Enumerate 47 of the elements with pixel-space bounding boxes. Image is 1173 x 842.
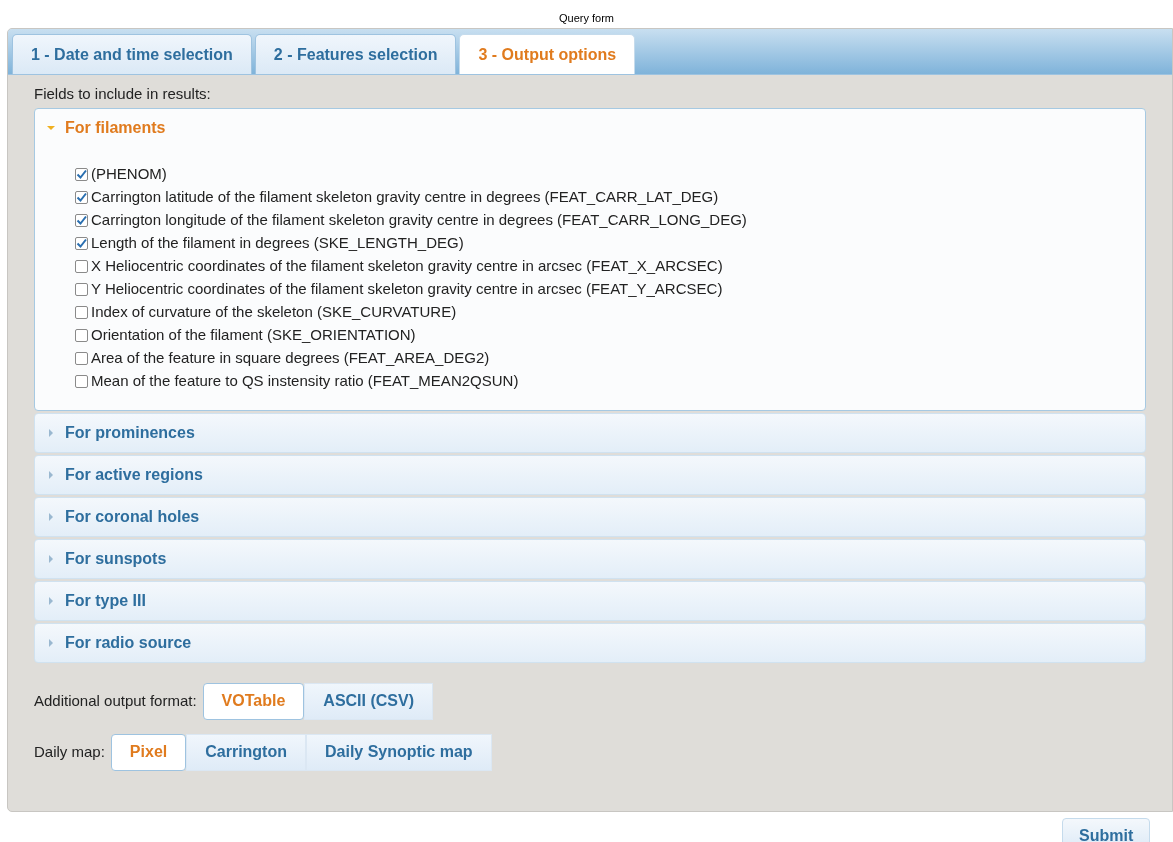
checkbox[interactable] xyxy=(75,305,88,319)
caret-right-icon xyxy=(47,470,55,479)
option-button[interactable]: ASCII (CSV) xyxy=(304,682,433,720)
fields-label: Fields to include in results: xyxy=(34,85,211,102)
option-label: Additional output format: xyxy=(34,690,197,711)
field-label: Area of the feature in square degrees (FEAT_AREA_DEG2) xyxy=(91,347,490,368)
checkbox[interactable] xyxy=(75,328,88,342)
caret-down-icon xyxy=(47,123,55,132)
caret-right-icon xyxy=(47,428,55,437)
tab[interactable]: 1 - Date and time selection xyxy=(12,34,252,74)
option-button[interactable]: Pixel xyxy=(110,733,187,771)
field-label: Length of the filament in degrees (SKE_LENGTH_DEG) xyxy=(91,232,464,253)
field-label: Index of curvature of the skeleton (SKE_CURVATURE) xyxy=(91,301,457,322)
accordion-header[interactable]: For filaments xyxy=(35,108,1145,147)
option-button[interactable]: Carrington xyxy=(186,733,306,771)
window-title: Query form xyxy=(559,10,614,26)
field-label: Orientation of the filament (SKE_ORIENTATION) xyxy=(91,324,416,345)
checkbox[interactable] xyxy=(75,374,88,388)
checkbox[interactable] xyxy=(75,282,88,296)
checkbox[interactable] xyxy=(75,236,88,250)
tab[interactable]: 2 - Features selection xyxy=(254,34,457,74)
accordion-header[interactable]: For sunspots xyxy=(35,539,1145,578)
accordion-header[interactable]: For type III xyxy=(35,581,1145,620)
field-label: Mean of the feature to QS instensity ratio (FEAT_MEAN2QSUN) xyxy=(91,370,519,391)
option-button[interactable]: Daily Synoptic map xyxy=(306,733,492,771)
caret-right-icon xyxy=(47,554,55,563)
field-label: Y Heliocentric coordinates of the filament skeleton gravity centre in arcsec (FEAT_Y_ARCSEC) xyxy=(91,278,723,299)
accordion-header[interactable]: For prominences xyxy=(35,413,1145,452)
caret-right-icon xyxy=(47,512,55,521)
accordion-header[interactable]: For radio source xyxy=(35,623,1145,662)
accordion-header[interactable]: For active regions xyxy=(35,455,1145,494)
option-button[interactable]: VOTable xyxy=(202,682,305,720)
option-label: Daily map: xyxy=(34,741,105,762)
field-label: Carrington latitude of the filament skeleton gravity centre in degrees (FEAT_CARR_LAT_DEG) xyxy=(91,186,719,207)
accordion-header[interactable]: For coronal holes xyxy=(35,497,1145,536)
checkbox[interactable] xyxy=(75,167,88,181)
checkbox[interactable] xyxy=(75,213,88,227)
tab[interactable]: 3 - Output options xyxy=(459,34,636,74)
checkbox[interactable] xyxy=(75,259,88,273)
field-label: X Heliocentric coordinates of the filament skeleton gravity centre in arcsec (FEAT_X_ARCSEC) xyxy=(91,255,723,276)
field-label: (PHENOM) xyxy=(91,163,167,184)
checkbox[interactable] xyxy=(75,190,88,204)
checkbox[interactable] xyxy=(75,351,88,365)
field-label: Carrington longitude of the filament skeleton gravity centre in degrees (FEAT_CARR_LONG_DEG) xyxy=(91,209,747,230)
caret-right-icon xyxy=(47,596,55,605)
caret-right-icon xyxy=(47,638,55,647)
submit-button[interactable]: Submit xyxy=(1062,818,1151,842)
